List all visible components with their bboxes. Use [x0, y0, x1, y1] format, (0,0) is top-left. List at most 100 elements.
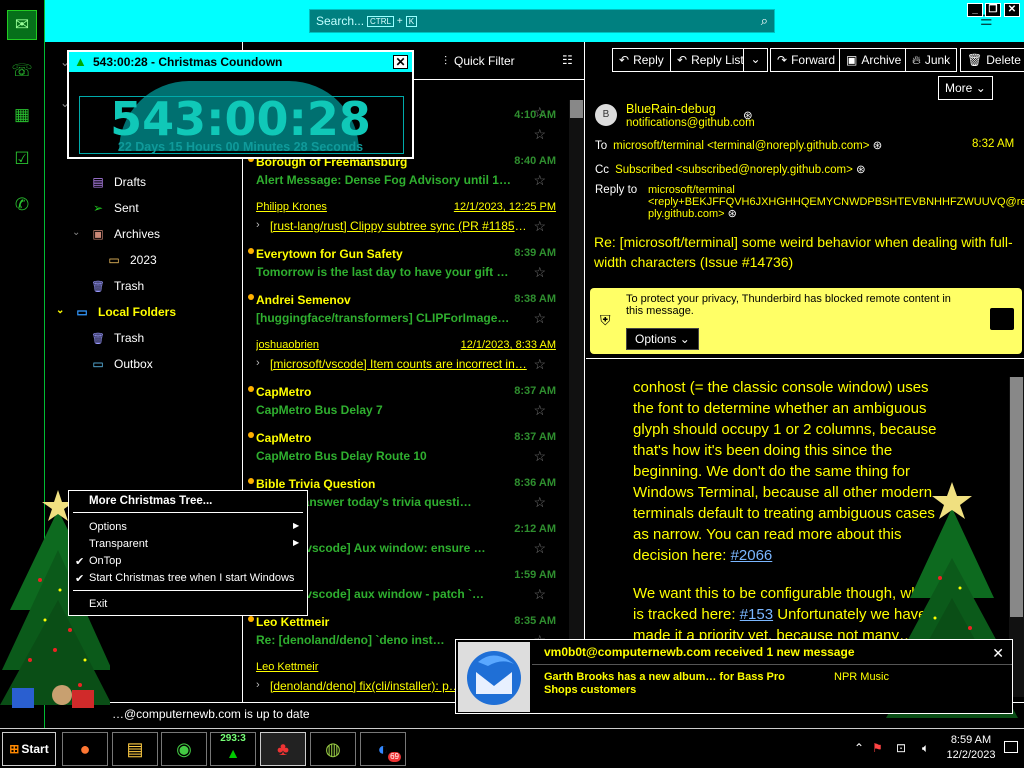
cc-value[interactable]: Subscribed <subscribed@noreply.github.co…	[615, 164, 853, 176]
folder-label: Trash	[114, 331, 145, 345]
contact-icon[interactable]: ⊛	[728, 208, 737, 220]
folder-item-local-folders[interactable]: ⌄ ▭ Local Folders	[56, 305, 176, 319]
mail-space-icon[interactable]: ✉	[7, 10, 37, 40]
issue-link[interactable]: #2066	[731, 547, 773, 564]
chrome-icon[interactable]: ◉	[161, 732, 207, 766]
junk-button[interactable]: 🔥︎ Junk	[905, 48, 958, 72]
thread-expand-icon[interactable]: ›	[256, 357, 260, 369]
display-options-icon[interactable]: ☷	[562, 53, 573, 67]
message-date: 4:10 AM	[514, 109, 556, 121]
notification-center-icon[interactable]	[1004, 741, 1018, 753]
menu-item-options[interactable]: Options ▶	[89, 521, 299, 533]
options-button[interactable]: Options ⌄	[626, 328, 699, 350]
junk-label: Junk	[924, 53, 951, 67]
issue-link[interactable]: #153	[740, 606, 773, 623]
menu-item-transparent[interactable]: Transparent ▶	[89, 538, 299, 550]
thread-expand-icon[interactable]: ›	[256, 679, 260, 691]
chevron-down-icon[interactable]: ⌄	[72, 227, 80, 238]
thread-scrollbar[interactable]	[569, 100, 584, 700]
folder-item-drafts[interactable]: ▤ Drafts	[90, 175, 146, 189]
message-row[interactable]: Everytown for Gun Safety 8:39 AM Tomorrow …	[244, 240, 570, 286]
reply-button[interactable]: ↶ Reply	[612, 48, 671, 72]
file-explorer-icon[interactable]: ▤	[112, 732, 158, 766]
folder-item-archives[interactable]: ⌄ ▣ Archives	[72, 227, 160, 241]
contact-icon[interactable]: ⊛	[873, 140, 883, 152]
chat-icon[interactable]: ✆	[11, 194, 33, 216]
address-book-icon[interactable]: ☏	[11, 60, 33, 82]
message-sender: Bible Trivia Question	[256, 477, 376, 491]
message-row[interactable]: › Philipp Krones 12/1/2023, 12:25 PM [rust-…	[244, 194, 570, 240]
thread-expand-icon[interactable]: ›	[256, 219, 260, 231]
tasks-icon[interactable]: ☑	[11, 148, 33, 170]
star-icon[interactable]: ☆	[533, 218, 546, 235]
clock[interactable]: 8:59 AM 12/2/2023	[944, 733, 998, 763]
to-value[interactable]: microsoft/terminal <terminal@noreply.git…	[613, 140, 869, 152]
countdown-app-icon[interactable]: 293:3 ▲	[210, 732, 256, 766]
message-date: 12/1/2023, 12:25 PM	[453, 201, 556, 213]
message-row[interactable]: CapMetro 8:37 AM CapMetro Bus Delay Route …	[244, 424, 570, 470]
menu-item-ontop[interactable]: ✔ OnTop	[75, 555, 121, 568]
menu-item-start-with-windows[interactable]: ✔ Start Christmas tree when I start Windo…	[75, 572, 294, 585]
archive-button[interactable]: ▣ Archive	[839, 48, 909, 72]
more-button[interactable]: More ⌄	[938, 76, 993, 100]
search-box[interactable]: Search... CTRL + K ⌕	[309, 9, 775, 33]
thunderbird-icon[interactable]: ◐ 69	[360, 732, 406, 766]
star-icon[interactable]: ☆	[533, 126, 546, 143]
menu-item-exit[interactable]: Exit	[89, 598, 107, 610]
message-row[interactable]: CapMetro 8:37 AM CapMetro Bus Delay 7 ☆	[244, 378, 570, 424]
close-icon[interactable]: ✕	[393, 55, 408, 69]
star-icon[interactable]: ☆	[533, 586, 546, 603]
star-icon[interactable]: ☆	[533, 310, 546, 327]
delete-button[interactable]: 🗑︎ Delete	[960, 48, 1024, 72]
message-date: 8:37 AM	[514, 431, 556, 443]
reply-to-value[interactable]: microsoft/terminal <reply+BEKJFFQVH6JXHG…	[648, 184, 1024, 220]
reply-list-button[interactable]: ↶ Reply List ⌄	[670, 48, 768, 72]
star-icon[interactable]: ☆	[533, 172, 546, 189]
delete-label: Delete	[986, 53, 1021, 67]
countdown-titlebar[interactable]: ▲ 543:00:28 - Christmas Coundown ✕	[69, 52, 412, 72]
star-icon[interactable]: ☆	[533, 264, 546, 281]
chevron-down-icon[interactable]: ⌄	[56, 305, 64, 316]
restore-icon[interactable]: ❐	[985, 3, 1001, 17]
folder-item-2023[interactable]: ▭ 2023	[106, 253, 156, 267]
start-button[interactable]: ⊞ Start	[2, 732, 56, 766]
quick-filter-button[interactable]: Quick Filter	[454, 54, 515, 68]
sender-name[interactable]: BlueRain-debug	[626, 102, 716, 116]
close-notice-button[interactable]	[990, 308, 1014, 330]
message-row[interactable]: Andrei Semenov 8:38 AM [huggingface/transf…	[244, 286, 570, 332]
message-sender: Andrei Semenov	[256, 293, 351, 307]
volume-icon[interactable]: 🔈︎	[922, 741, 929, 756]
close-icon[interactable]: ✕	[992, 645, 1004, 662]
chevron-down-icon[interactable]: ⌄	[743, 48, 767, 72]
star-icon[interactable]: ☆	[533, 356, 546, 373]
star-icon[interactable]: ☆	[533, 402, 546, 419]
folder-item-trash[interactable]: 🗑 Trash	[90, 279, 144, 293]
sender-email[interactable]: notifications@github.com	[626, 117, 755, 129]
star-icon[interactable]: ☆	[533, 494, 546, 511]
message-row[interactable]: › joshuaobrien 12/1/2023, 8:33 AM [microsof…	[244, 332, 570, 378]
folder-item-trash-local[interactable]: 🗑 Trash	[90, 331, 144, 345]
scroll-thumb[interactable]	[570, 100, 583, 118]
star-icon[interactable]: ☆	[533, 540, 546, 557]
countdown-window[interactable]: ▲ 543:00:28 - Christmas Coundown ✕ 543:0…	[67, 50, 414, 159]
menu-item-more-trees[interactable]: More Christmas Tree...	[89, 495, 212, 507]
unread-badge: 69	[388, 752, 401, 762]
minimize-icon[interactable]: _	[967, 3, 983, 17]
network-icon[interactable]: ⊡	[896, 741, 906, 755]
notification-sender: NPR Music	[834, 671, 890, 683]
search-icon[interactable]: ⌕	[761, 13, 768, 29]
contact-icon[interactable]: ⊛	[856, 164, 866, 176]
security-flag-icon[interactable]: ⚑	[872, 741, 883, 755]
folder-item-outbox[interactable]: ▭ Outbox	[90, 357, 152, 371]
chevron-up-icon[interactable]: ⌃	[854, 741, 864, 755]
contact-icon[interactable]: ⊛	[743, 108, 753, 122]
new-mail-notification[interactable]: vm0b0t@computernewb.com received 1 new m…	[455, 639, 1013, 714]
tree-app-icon[interactable]: ◍	[310, 732, 356, 766]
gnome-app-icon[interactable]: ♣	[260, 732, 306, 766]
forward-button[interactable]: ↷ Forward	[770, 48, 843, 72]
folder-item-sent[interactable]: ➢ Sent	[90, 201, 139, 215]
calendar-icon[interactable]: ▦	[11, 104, 33, 126]
close-window-icon[interactable]: ✕	[1004, 3, 1020, 17]
firefox-icon[interactable]: ●	[62, 732, 108, 766]
star-icon[interactable]: ☆	[533, 448, 546, 465]
